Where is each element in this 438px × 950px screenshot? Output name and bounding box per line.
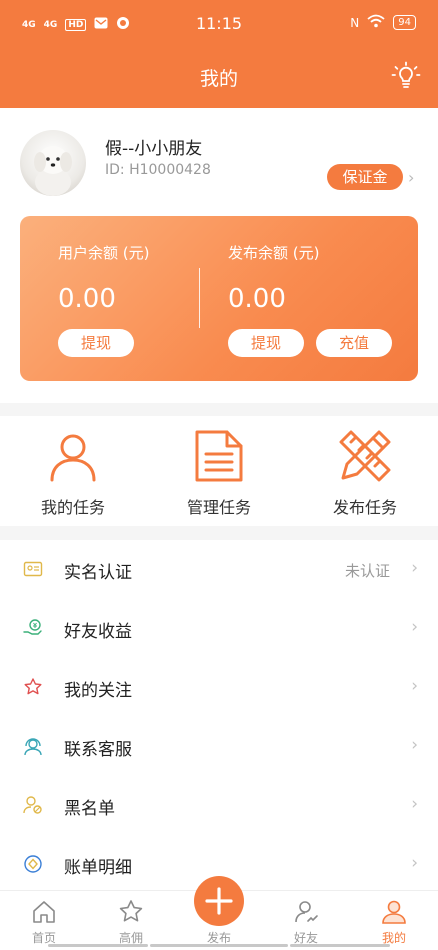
my-tasks-button[interactable]: 我的任务 — [18, 428, 128, 518]
publish-fab-button[interactable] — [194, 876, 244, 926]
chevron-right-icon: › — [411, 617, 418, 637]
document-icon — [195, 430, 243, 482]
tab-mine[interactable]: 我的 — [364, 899, 424, 946]
chevron-right-icon: › — [411, 676, 418, 696]
friend-icon — [295, 901, 318, 923]
username: 假--小小朋友 — [105, 139, 203, 159]
menu-label-follows: 我的关注 — [64, 681, 132, 701]
nfc-icon: N — [350, 15, 360, 30]
chevron-right-icon: › — [411, 735, 418, 755]
my-tasks-label: 我的任务 — [40, 498, 105, 517]
star-icon — [119, 900, 143, 922]
star-icon — [24, 678, 42, 695]
user-block-icon — [23, 796, 42, 814]
tab-home[interactable]: 首页 — [14, 899, 74, 946]
chevron-right-icon[interactable]: › — [408, 168, 414, 187]
person-icon — [50, 434, 96, 482]
manage-tasks-label: 管理任务 — [186, 498, 251, 517]
tab-mine-label: 我的 — [381, 931, 406, 945]
person-icon — [382, 900, 406, 924]
user-balance-value: 0.00 — [58, 284, 116, 314]
page-title: 我的 — [199, 68, 238, 90]
manage-tasks-button[interactable]: 管理任务 — [164, 428, 274, 518]
user-id: ID: H10000428 — [105, 162, 211, 178]
avatar[interactable] — [20, 130, 86, 196]
status-right: N 94 — [350, 14, 416, 31]
chevron-right-icon: › — [411, 853, 418, 873]
home-icon — [33, 901, 55, 923]
wifi-icon — [367, 14, 385, 31]
tab-friends[interactable]: 好友 — [276, 899, 336, 946]
headset-icon — [24, 738, 42, 756]
user-balance-label: 用户余额 (元) — [58, 244, 150, 262]
publish-tasks-button[interactable]: 发布任务 — [310, 428, 420, 518]
menu-item-customer-service[interactable]: 联系客服 › — [0, 717, 438, 775]
tab-home-label: 首页 — [31, 931, 56, 945]
tab-commission[interactable]: 高佣 — [101, 899, 161, 946]
bill-icon — [24, 855, 42, 873]
deposit-button[interactable]: 保证金 — [327, 164, 403, 190]
publish-balance-label: 发布余额 (元) — [228, 244, 320, 262]
chevron-right-icon: › — [411, 558, 418, 578]
balance-divider — [199, 268, 200, 328]
settings-menu: 实名认证 未认证 › 好友收益 › 我的关注 › 联系客服 › 黑名单 › 账单… — [0, 540, 438, 890]
tab-commission-label: 高佣 — [118, 931, 143, 945]
chevron-right-icon: › — [411, 794, 418, 814]
status-bar: 4G 4G HD 11:15 N 94 — [0, 0, 438, 48]
lightbulb-icon[interactable] — [390, 60, 422, 92]
menu-label-friend-earnings: 好友收益 — [64, 622, 132, 642]
menu-label-blacklist: 黑名单 — [64, 799, 115, 819]
nav-bar-segment — [48, 944, 148, 947]
menu-item-friend-earnings[interactable]: 好友收益 › — [0, 599, 438, 657]
menu-item-real-name[interactable]: 实名认证 未认证 › — [0, 540, 438, 598]
publish-tasks-label: 发布任务 — [332, 498, 397, 517]
tab-friends-label: 好友 — [293, 931, 318, 945]
recharge-button[interactable]: 充值 — [316, 329, 392, 357]
publish-withdraw-button[interactable]: 提现 — [228, 329, 304, 357]
hand-money-icon — [23, 619, 42, 635]
balance-card: 用户余额 (元) 0.00 提现 发布余额 (元) 0.00 提现 充值 — [20, 216, 418, 381]
page-header: 我的 — [0, 48, 438, 108]
publish-balance-value: 0.00 — [228, 284, 286, 314]
verification-status: 未认证 — [344, 562, 390, 580]
profile-section: 假--小小朋友 ID: H10000428 保证金 › 用户余额 (元) 0.0… — [0, 108, 438, 403]
task-actions: 我的任务 管理任务 发布任务 — [0, 416, 438, 526]
pencil-ruler-icon — [339, 430, 391, 482]
plus-icon — [205, 887, 233, 915]
menu-label-bill-details: 账单明细 — [64, 858, 132, 878]
battery-icon: 94 — [393, 15, 416, 30]
menu-item-blacklist[interactable]: 黑名单 › — [0, 776, 438, 834]
nav-bar-segment — [290, 944, 390, 947]
menu-item-follows[interactable]: 我的关注 › — [0, 658, 438, 716]
id-card-icon — [23, 561, 43, 577]
nav-bar-segment — [150, 944, 288, 947]
menu-label-customer-service: 联系客服 — [64, 740, 132, 760]
menu-label-real-name: 实名认证 — [64, 563, 132, 583]
withdraw-button[interactable]: 提现 — [58, 329, 134, 357]
